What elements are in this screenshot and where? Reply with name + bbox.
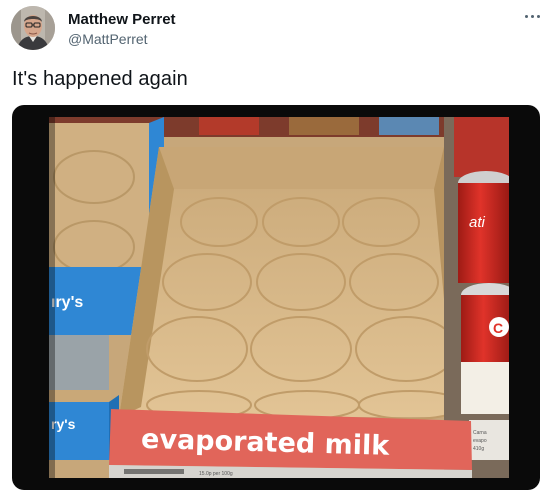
side-box-label-top: ıry's [51,294,83,311]
author-handle[interactable]: @MattPerret [68,31,148,47]
more-options-icon[interactable] [520,6,544,26]
can-tag-line-2: evapo [473,438,487,444]
can-tag-line-1: Carna [473,430,487,436]
tweet-media[interactable]: ıry's ry's ati C Carna evapo 410g evapor… [12,105,540,490]
avatar-photo [11,6,55,50]
price-tag-text: 15.0p per 100g [199,471,233,477]
svg-text:ati: ati [469,214,486,231]
author-name[interactable]: Matthew Perret [68,11,176,28]
avatar[interactable] [11,6,55,50]
tweet-text: It's happened again [12,68,188,90]
tweet: Matthew Perret @MattPerret It's happened… [0,0,552,502]
empty-tray [119,147,474,420]
empty-shelf-photo: ıry's ry's ati C Carna evapo 410g evapor… [49,117,509,478]
svg-text:C: C [493,320,503,336]
front-box-label: evaporated milk 15.0p per 100g [109,409,472,478]
can-tag-line-3: 410g [473,446,484,452]
